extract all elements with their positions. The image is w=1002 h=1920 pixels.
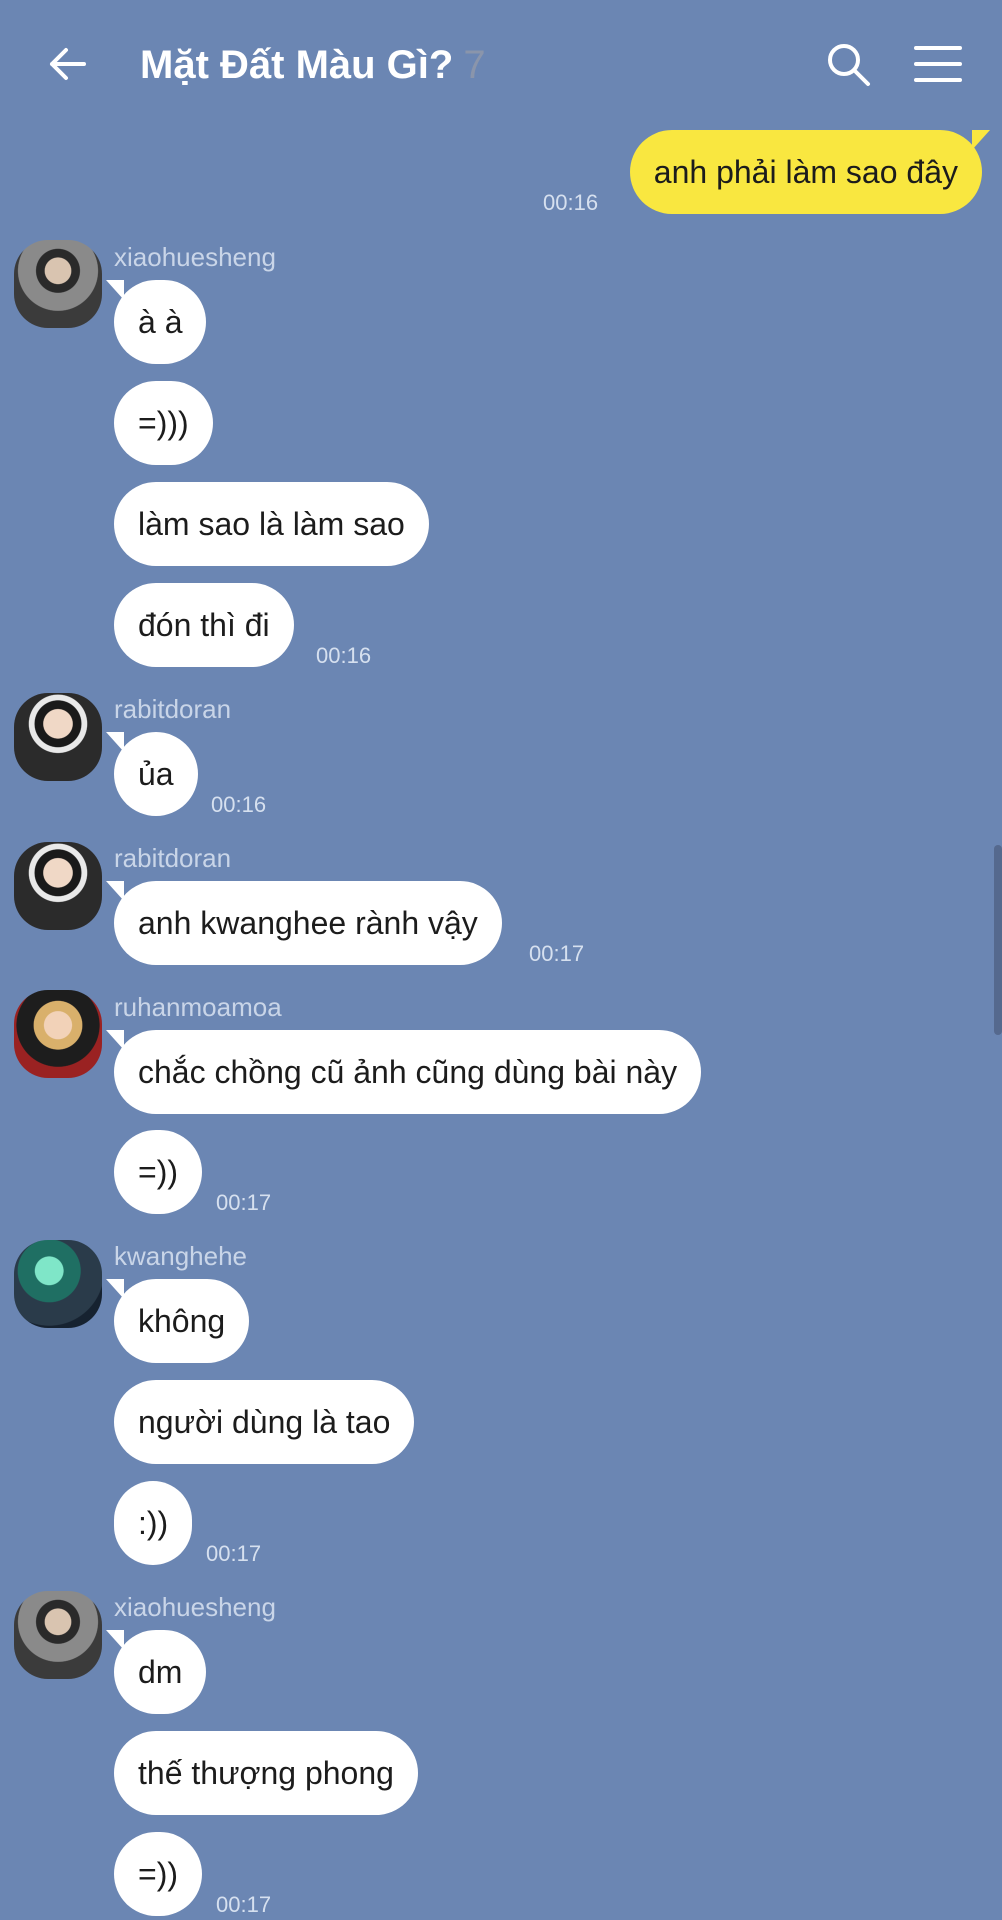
message-time: 00:16: [543, 190, 599, 215]
message-bubble[interactable]: người dùng là tao: [114, 1380, 415, 1464]
sender-name: rabitdoran: [114, 843, 232, 873]
avatar[interactable]: [14, 1591, 102, 1679]
menu-icon[interactable]: [914, 44, 962, 84]
message-bubble[interactable]: ủa: [106, 732, 198, 816]
message-bubble[interactable]: =)): [114, 1832, 202, 1916]
message-bubble[interactable]: :)): [114, 1481, 193, 1565]
message-bubble[interactable]: =)): [114, 1130, 202, 1214]
sender-name: xiaohuesheng: [114, 242, 276, 272]
arrow-left-icon[interactable]: [44, 40, 92, 88]
message-bubble[interactable]: thế thượng phong: [114, 1731, 418, 1815]
message-time: 00:17: [206, 1541, 262, 1566]
message-bubble[interactable]: à à: [105, 280, 207, 364]
message-bubble[interactable]: =))): [114, 381, 213, 465]
sender-name: kwanghehe: [114, 1241, 247, 1271]
message-time: 00:16: [211, 792, 267, 817]
chat-header: Mặt Đất Màu Gì? 7: [0, 0, 1002, 130]
message-bubble[interactable]: đón thì đi: [114, 583, 294, 667]
member-count: 7: [463, 43, 486, 87]
my-message-bubble[interactable]: anh phải làm sao đây: [629, 130, 991, 214]
sender-name: rabitdoran: [114, 694, 232, 724]
avatar[interactable]: [14, 240, 102, 328]
message-time: 00:16: [316, 643, 372, 668]
sender-name: xiaohuesheng: [114, 1592, 276, 1622]
message-time: 00:17: [529, 941, 585, 966]
message-bubble[interactable]: chắc chồng cũ ảnh cũng dùng bài này: [105, 1030, 702, 1114]
message-time: 00:17: [216, 1892, 272, 1917]
message-bubble[interactable]: dm: [105, 1630, 207, 1714]
chat-title-text: Mặt Đất Màu Gì?: [140, 43, 454, 87]
avatar[interactable]: [14, 693, 102, 781]
avatar[interactable]: [14, 1240, 102, 1328]
scrollbar[interactable]: [994, 845, 1002, 1035]
message-bubble[interactable]: anh kwanghee rành vậy: [106, 881, 502, 965]
message-time: 00:17: [216, 1190, 272, 1215]
message-bubble[interactable]: không: [105, 1279, 250, 1363]
sender-name: ruhanmoamoa: [114, 992, 282, 1022]
search-icon[interactable]: [824, 40, 872, 88]
avatar[interactable]: [14, 842, 102, 930]
chat-title: Mặt Đất Màu Gì? 7: [140, 40, 486, 90]
avatar[interactable]: [14, 990, 102, 1078]
message-bubble[interactable]: làm sao là làm sao: [114, 482, 429, 566]
